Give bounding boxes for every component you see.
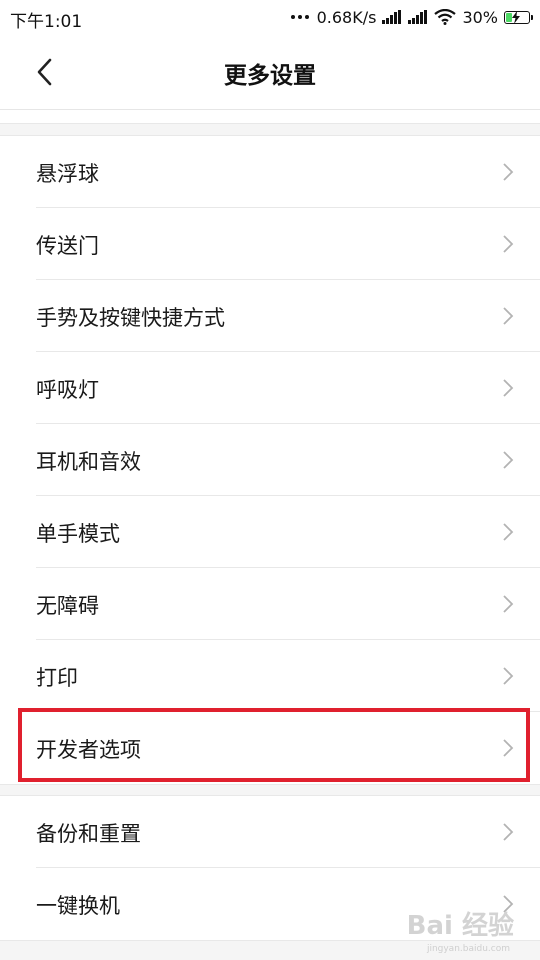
signal-icon xyxy=(382,10,402,24)
settings-item-label: 一键换机 xyxy=(36,894,120,918)
chevron-right-icon xyxy=(503,379,514,397)
settings-item-label: 呼吸灯 xyxy=(36,378,99,402)
settings-item-label: 打印 xyxy=(36,666,78,690)
signal-icon xyxy=(408,10,428,24)
status-time: 下午1:01 xyxy=(10,12,83,32)
chevron-right-icon xyxy=(503,667,514,685)
settings-item-label: 无障碍 xyxy=(36,594,99,618)
title-bar: 更多设置 xyxy=(0,34,540,110)
battery-charging-icon xyxy=(504,10,533,24)
chevron-right-icon xyxy=(503,523,514,541)
page-title: 更多设置 xyxy=(224,63,316,89)
settings-item-label: 备份和重置 xyxy=(36,822,141,846)
settings-item-gestures-shortcuts[interactable]: 手势及按键快捷方式 xyxy=(0,280,540,352)
settings-item-label: 单手模式 xyxy=(36,522,120,546)
chevron-right-icon xyxy=(503,163,514,181)
chevron-right-icon xyxy=(503,235,514,253)
network-speed: 0.68K/s xyxy=(316,7,377,27)
settings-item-portal[interactable]: 传送门 xyxy=(0,208,540,280)
chevron-right-icon xyxy=(503,307,514,325)
wifi-icon xyxy=(434,9,457,25)
settings-group-primary: 悬浮球传送门手势及按键快捷方式 呼吸灯耳机和音效单手模式无障碍打印开发者选项 xyxy=(0,136,540,784)
chevron-right-icon xyxy=(503,451,514,469)
settings-item-floating-ball[interactable]: 悬浮球 xyxy=(0,136,540,208)
settings-item-headphones-audio[interactable]: 耳机和音效 xyxy=(0,424,540,496)
settings-item-breathing-light[interactable]: 呼吸灯 xyxy=(0,352,540,424)
settings-item-label: 悬浮球 xyxy=(36,162,99,186)
status-bar: 下午1:01 0.68K/s 30% xyxy=(0,0,540,34)
settings-item-backup-reset[interactable]: 备份和重置 xyxy=(0,796,540,868)
settings-item-developer-options[interactable]: 开发者选项 xyxy=(0,712,540,784)
settings-item-accessibility[interactable]: 无障碍 xyxy=(0,568,540,640)
section-gap xyxy=(0,123,540,136)
watermark-url: jingyan.baidu.com xyxy=(426,944,510,954)
status-icons: 0.68K/s 30% xyxy=(290,6,533,28)
chevron-right-icon xyxy=(503,739,514,757)
section-gap xyxy=(0,784,540,796)
settings-item-label: 传送门 xyxy=(36,234,99,258)
chevron-right-icon xyxy=(503,823,514,841)
battery-percent: 30% xyxy=(462,7,498,27)
settings-item-label: 手势及按键快捷方式 xyxy=(36,306,225,330)
settings-item-label: 耳机和音效 xyxy=(36,450,141,474)
watermark: Bai 经验 xyxy=(406,911,514,941)
more-dots-icon xyxy=(290,15,309,19)
chevron-right-icon xyxy=(503,595,514,613)
settings-item-one-hand-mode[interactable]: 单手模式 xyxy=(0,496,540,568)
settings-item-print[interactable]: 打印 xyxy=(0,640,540,712)
settings-item-label: 开发者选项 xyxy=(36,738,141,762)
